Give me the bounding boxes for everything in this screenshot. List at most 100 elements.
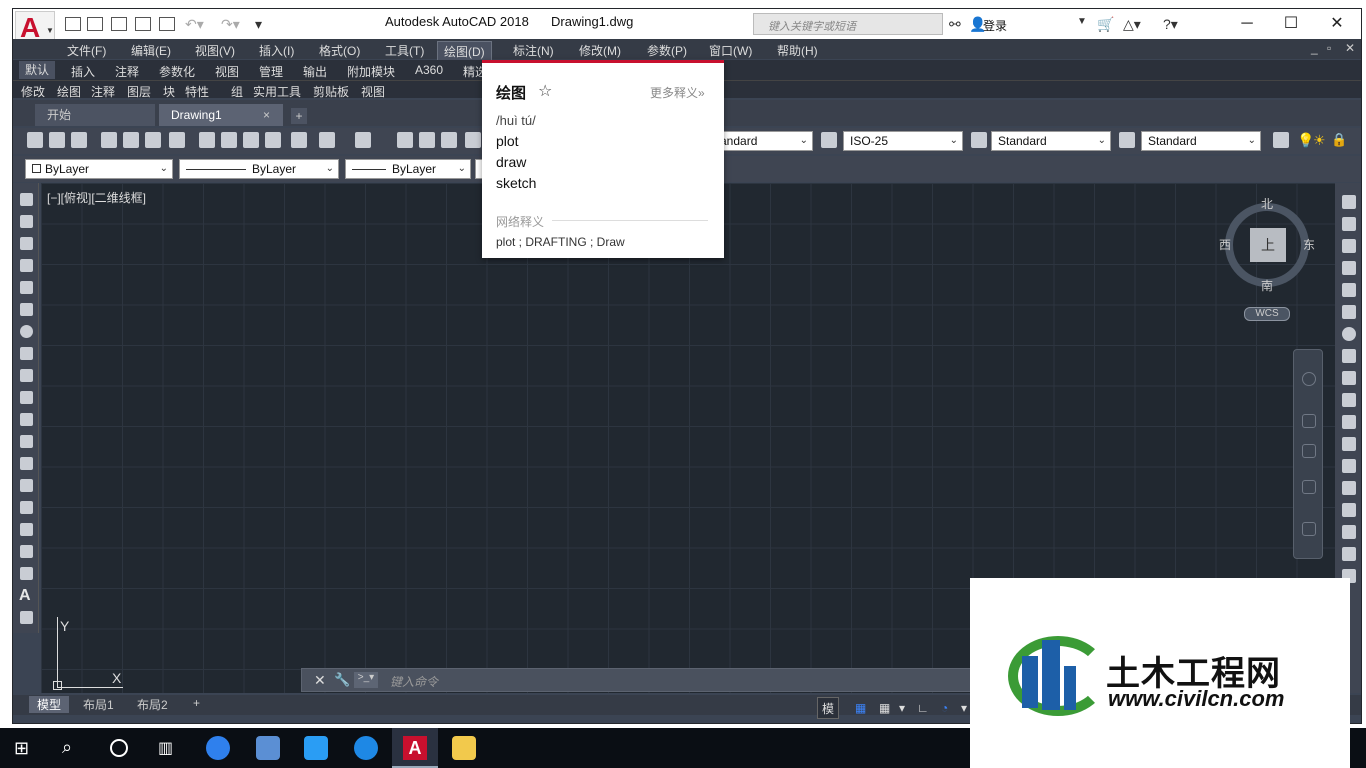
new-icon[interactable] xyxy=(65,17,81,31)
grid-icon[interactable]: ▦ xyxy=(851,697,870,719)
autocad-taskbar-item[interactable]: A xyxy=(392,728,438,768)
snap-dropdown-icon[interactable]: ▾ xyxy=(895,697,909,719)
login-dropdown-icon[interactable]: ▼ xyxy=(1077,16,1087,27)
polar-tracking-icon[interactable]: ◔ xyxy=(937,697,952,719)
binoculars-icon[interactable]: ⚯ xyxy=(949,16,961,33)
redo-icon[interactable] xyxy=(355,132,371,148)
panel-utilities[interactable]: 实用工具 xyxy=(253,83,301,100)
move-icon[interactable] xyxy=(1342,305,1356,319)
cut-icon[interactable] xyxy=(199,132,215,148)
help-icon[interactable]: ?▾ xyxy=(1163,16,1178,33)
zoom-realtime-icon[interactable] xyxy=(419,132,435,148)
layer-properties-icon[interactable] xyxy=(1273,132,1289,148)
task-view-icon[interactable]: ▥ xyxy=(158,738,173,758)
file-explorer-icon[interactable] xyxy=(452,736,476,760)
stretch-icon[interactable] xyxy=(1342,371,1356,385)
pan-icon[interactable] xyxy=(397,132,413,148)
lock-icon[interactable]: 🔒 xyxy=(1331,132,1347,148)
rectangle-icon[interactable] xyxy=(20,281,33,294)
zoom-extents-icon[interactable] xyxy=(1302,444,1316,458)
viewcube-north[interactable]: 北 xyxy=(1261,195,1273,212)
join-icon[interactable] xyxy=(1342,481,1356,495)
blend-curves-icon[interactable] xyxy=(1342,547,1356,561)
zoom-previous-icon[interactable] xyxy=(465,132,481,148)
copy-object-icon[interactable] xyxy=(1342,217,1356,231)
polygon-icon[interactable] xyxy=(20,259,33,272)
tab-view[interactable]: 视图 xyxy=(215,63,239,80)
mleaderstyle-select[interactable]: Standard ⌄ xyxy=(1141,131,1261,151)
close-icon[interactable]: × xyxy=(263,104,270,126)
revision-cloud-icon[interactable] xyxy=(20,347,33,360)
model-space-button[interactable]: 模型 xyxy=(817,697,840,719)
panel-properties[interactable]: 特性 xyxy=(185,83,209,100)
maximize-button[interactable]: ☐ xyxy=(1269,11,1313,37)
break-icon[interactable] xyxy=(1342,459,1356,473)
point-icon[interactable] xyxy=(20,479,33,492)
save-as-icon[interactable] xyxy=(135,17,151,31)
panel-draw[interactable]: 绘图 xyxy=(57,83,81,100)
file-tab-start[interactable]: 开始 xyxy=(35,104,155,126)
close-icon[interactable]: ✕ xyxy=(314,672,326,689)
gradient-icon[interactable] xyxy=(20,523,33,536)
menu-modify[interactable]: 修改(M) xyxy=(573,41,627,60)
wrench-icon[interactable]: 🔧 xyxy=(334,672,350,688)
menu-window[interactable]: 窗口(W) xyxy=(703,41,758,60)
line-icon[interactable] xyxy=(20,193,33,206)
publish-icon[interactable] xyxy=(145,132,161,148)
menu-help[interactable]: 帮助(H) xyxy=(771,41,824,60)
wcs-menu[interactable]: WCS xyxy=(1244,307,1290,321)
connect-icon[interactable]: △▾ xyxy=(1123,16,1141,33)
add-selected-icon[interactable] xyxy=(20,611,33,624)
save-icon[interactable] xyxy=(111,17,127,31)
star-icon[interactable]: ☆ xyxy=(538,81,552,101)
lightbulb-icon[interactable]: 💡 xyxy=(1297,132,1314,149)
table-style-icon[interactable] xyxy=(971,132,987,148)
mirror-icon[interactable] xyxy=(1342,239,1356,253)
chamfer-icon[interactable] xyxy=(1342,503,1356,517)
mleader-style-icon[interactable] xyxy=(1119,132,1135,148)
hatch-icon[interactable] xyxy=(20,501,33,514)
lineweight-select[interactable]: ByLayer ⌄ xyxy=(345,159,471,179)
tab-layout1[interactable]: 布局1 xyxy=(75,696,122,713)
panel-layers[interactable]: 图层 xyxy=(127,83,151,100)
table-icon[interactable] xyxy=(20,567,33,580)
tab-default[interactable]: 默认 xyxy=(19,61,56,79)
close-button[interactable]: ✕ xyxy=(1315,11,1359,37)
plot-preview-icon[interactable] xyxy=(123,132,139,148)
polar-dropdown-icon[interactable]: ▾ xyxy=(957,697,971,719)
paste-icon[interactable] xyxy=(243,132,259,148)
pan-icon[interactable] xyxy=(1302,414,1316,428)
login-button[interactable]: 登录 xyxy=(983,17,1007,34)
panel-group[interactable]: 组 xyxy=(231,83,243,100)
3d-print-icon[interactable] xyxy=(169,132,185,148)
match-properties-icon[interactable] xyxy=(265,132,281,148)
viewcube-south[interactable]: 南 xyxy=(1261,277,1273,294)
menu-file[interactable]: 文件(F) xyxy=(61,41,112,60)
tab-annotate[interactable]: 注释 xyxy=(115,63,139,80)
cart-icon[interactable]: 🛒 xyxy=(1097,16,1114,33)
customize-qat-icon[interactable]: ▾ xyxy=(255,16,262,33)
steering-wheel-icon[interactable] xyxy=(1302,372,1316,386)
tab-a360[interactable]: A360 xyxy=(415,63,443,77)
break-at-point-icon[interactable] xyxy=(1342,437,1356,451)
fillet-icon[interactable] xyxy=(1342,525,1356,539)
print-icon[interactable] xyxy=(159,17,175,31)
browser-icon[interactable] xyxy=(354,736,378,760)
menu-draw[interactable]: 绘图(D) xyxy=(437,41,492,62)
undo-icon[interactable]: ↶▾ xyxy=(185,16,204,33)
doc-restore-icon[interactable]: ▫ xyxy=(1327,41,1331,55)
snap-icon[interactable]: ▦ xyxy=(875,697,894,719)
doc-minimize-icon[interactable]: _ xyxy=(1311,41,1318,55)
erase-icon[interactable] xyxy=(1342,195,1356,209)
open-icon[interactable] xyxy=(49,132,65,148)
tab-addins[interactable]: 附加模块 xyxy=(347,63,395,80)
brush-icon[interactable] xyxy=(291,132,307,148)
recent-commands-icon[interactable]: >_▾ xyxy=(354,672,378,688)
menu-insert[interactable]: 插入(I) xyxy=(253,41,300,60)
color-select[interactable]: ByLayer ⌄ xyxy=(25,159,173,179)
linetype-select[interactable]: ByLayer ⌄ xyxy=(179,159,339,179)
new-icon[interactable] xyxy=(27,132,43,148)
circle-icon[interactable] xyxy=(20,325,33,338)
extend-icon[interactable] xyxy=(1342,415,1356,429)
more-definitions-link[interactable]: 更多释义» xyxy=(650,84,705,101)
